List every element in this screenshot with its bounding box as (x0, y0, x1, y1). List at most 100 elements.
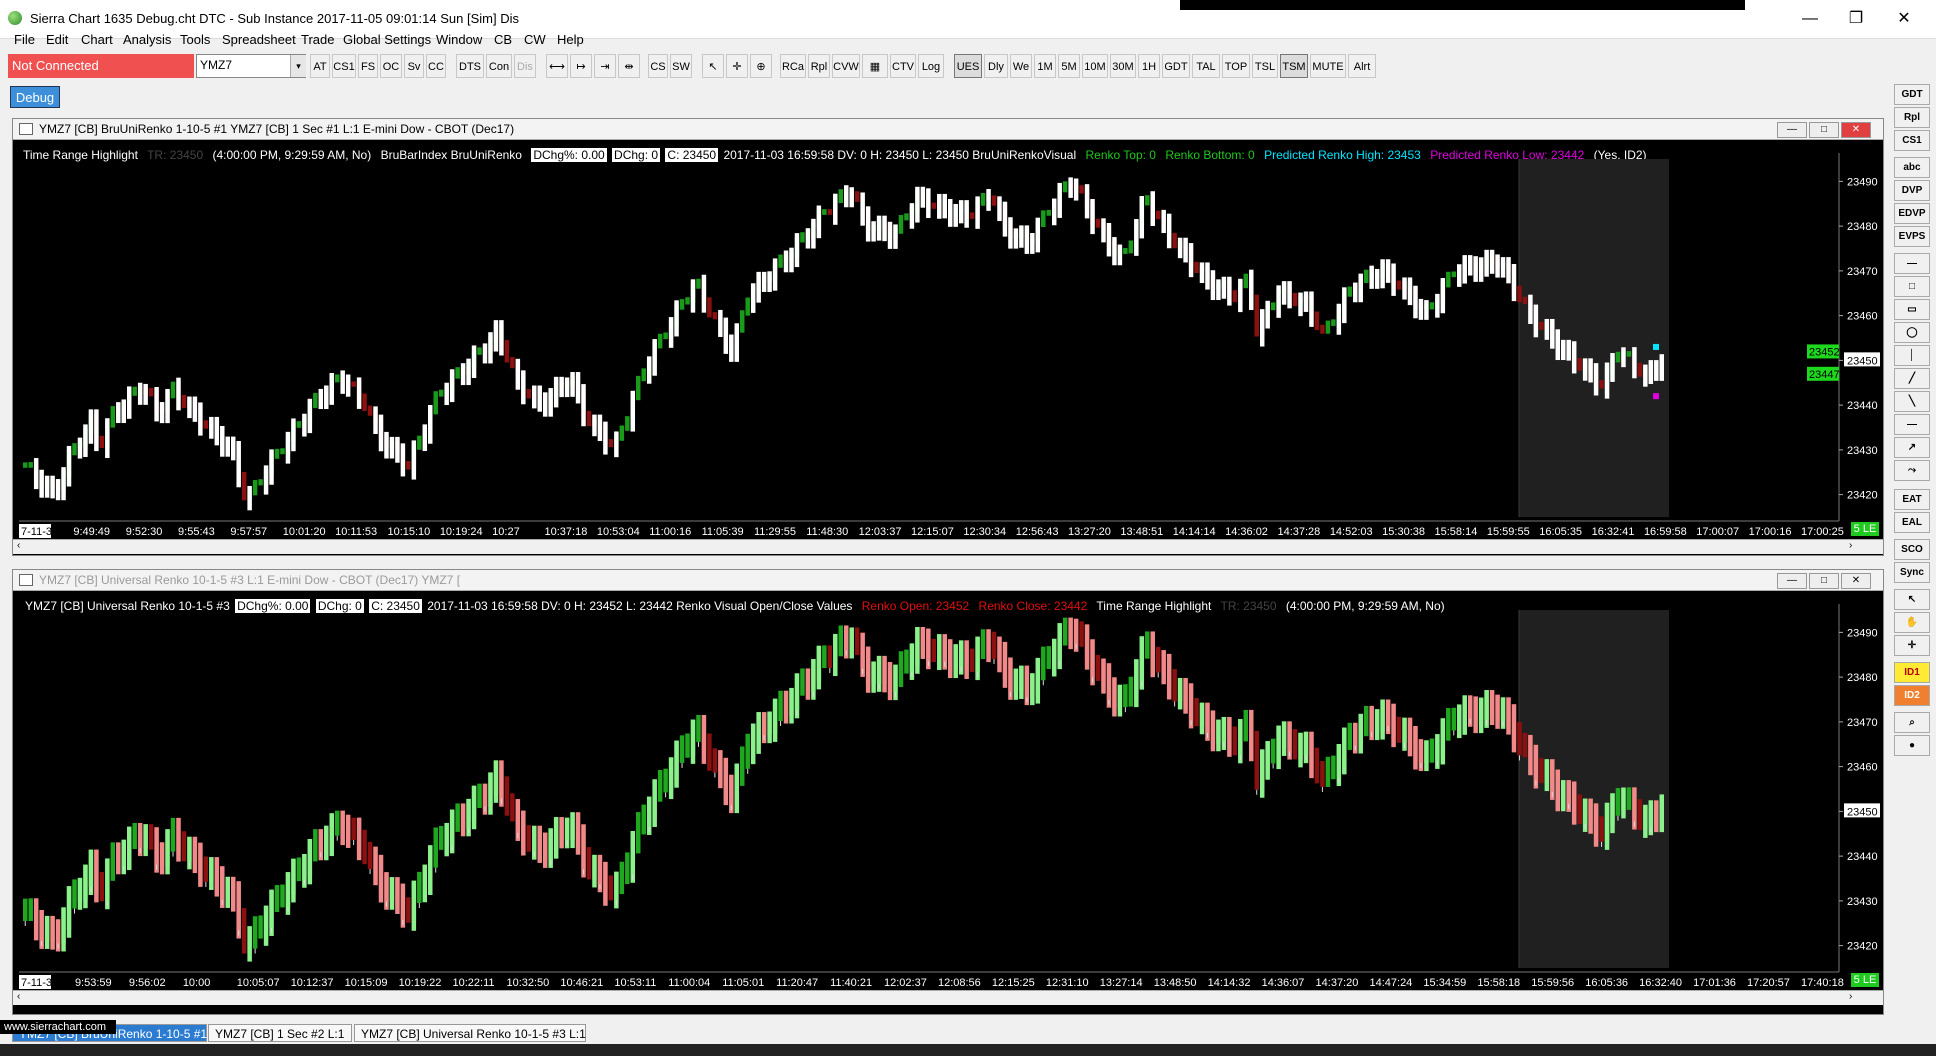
toolbar-button-6[interactable]: DTS (456, 54, 484, 78)
toolbar-button-35[interactable]: TSL (1252, 54, 1278, 78)
tool-button-10[interactable]: ◯ (1894, 322, 1930, 343)
menu-cw[interactable]: CW (524, 32, 546, 47)
tool-button-26[interactable]: ⌕ (1894, 712, 1930, 733)
horizontal-scrollbar[interactable]: ‹ › (13, 539, 1883, 554)
toolbar-button-25[interactable]: Dly (984, 54, 1008, 78)
toolbar-button-36[interactable]: TSM (1280, 54, 1308, 78)
tool-button-21[interactable]: ↖ (1894, 589, 1930, 610)
renko-reversal-bar (230, 876, 236, 912)
toolbar-button-9[interactable]: ⟷ (546, 54, 568, 78)
tool-button-24[interactable]: ID1 (1894, 662, 1930, 683)
tool-button-7[interactable]: — (1894, 253, 1930, 274)
tool-button-16[interactable]: ⤳ (1894, 460, 1930, 481)
renko-wick (652, 339, 657, 376)
tool-button-1[interactable]: Rpl (1894, 107, 1930, 128)
tool-button-5[interactable]: EDVP (1894, 203, 1930, 224)
horizontal-scrollbar[interactable]: ‹ › (13, 990, 1883, 1005)
toolbar-button-2[interactable]: FS (358, 54, 378, 78)
toolbar-button-13[interactable]: CS (648, 54, 668, 78)
scroll-right-icon[interactable]: › (1849, 540, 1852, 551)
toolbar-button-26[interactable]: We (1010, 54, 1032, 78)
toolbar-button-34[interactable]: TOP (1222, 54, 1250, 78)
toolbar-button-7[interactable]: Con (486, 54, 512, 78)
toolbar-button-33[interactable]: TAL (1192, 54, 1220, 78)
tool-button-4[interactable]: DVP (1894, 180, 1930, 201)
toolbar-button-5[interactable]: CC (426, 54, 446, 78)
tool-button-6[interactable]: EVPS (1894, 226, 1930, 247)
toolbar-button-0[interactable]: AT (310, 54, 330, 78)
toolbar-button-38[interactable]: Alrt (1348, 54, 1376, 78)
toolbar-button-31[interactable]: 1H (1138, 54, 1160, 78)
toolbar-button-30[interactable]: 30M (1110, 54, 1136, 78)
toolbar-button-27[interactable]: 1M (1034, 54, 1056, 78)
toolbar-button-29[interactable]: 10M (1082, 54, 1108, 78)
toolbar-button-14[interactable]: SW (670, 54, 692, 78)
menu-global-settings[interactable]: Global Settings (343, 32, 431, 47)
symbol-dropdown-icon[interactable]: ▾ (290, 55, 306, 77)
toolbar-button-3[interactable]: OC (380, 54, 402, 78)
renko-wick (1161, 209, 1166, 234)
chart-plot-area[interactable]: 23490 23480 23470 23460 23450 23440 23430 23420… (13, 570, 1883, 1014)
chart-window-universal-renko[interactable]: YMZ7 [CB] Universal Renko 10-1-5 #3 L:1 … (12, 569, 1884, 1015)
tool-button-25[interactable]: ID2 (1894, 685, 1930, 706)
tool-button-17[interactable]: EAT (1894, 489, 1930, 510)
toolbar-button-28[interactable]: 5M (1058, 54, 1080, 78)
toolbar-button-4[interactable]: Sv (404, 54, 424, 78)
tool-button-11[interactable]: │ (1894, 345, 1930, 366)
tool-button-14[interactable]: ― (1894, 414, 1930, 435)
chart-plot-area[interactable]: 23490 23480 23470 23460 23450 23440 23430 23420… (13, 119, 1883, 555)
menu-spreadsheet[interactable]: Spreadsheet (222, 32, 296, 47)
renko-wick (55, 479, 61, 501)
menu-edit[interactable]: Edit (46, 32, 68, 47)
menu-chart[interactable]: Chart (81, 32, 113, 47)
toolbar-button-19[interactable]: Rpl (808, 54, 830, 78)
menu-tools[interactable]: Tools (180, 32, 210, 47)
scroll-left-icon[interactable]: ‹ (17, 991, 20, 1002)
chart-window-bruunirenko[interactable]: YMZ7 [CB] BruUniRenko 1-10-5 #1 YMZ7 [CB… (12, 118, 1884, 556)
tool-button-2[interactable]: CS1 (1894, 130, 1930, 151)
menu-file[interactable]: File (14, 32, 35, 47)
tool-button-23[interactable]: ✛ (1894, 635, 1930, 656)
toolbar-button-24[interactable]: UES (954, 54, 982, 78)
toolbar-button-37[interactable]: MUTE (1310, 54, 1346, 78)
toolbar-button-22[interactable]: CTV (890, 54, 916, 78)
toolbar-button-21[interactable]: ▦ (862, 54, 888, 78)
tool-button-18[interactable]: EAL (1894, 512, 1930, 533)
menu-analysis[interactable]: Analysis (123, 32, 171, 47)
scroll-left-icon[interactable]: ‹ (17, 540, 20, 551)
toolbar-button-20[interactable]: CVW (832, 54, 860, 78)
tool-button-8[interactable]: □ (1894, 276, 1930, 297)
toolbar-button-11[interactable]: ⇥ (594, 54, 616, 78)
tool-button-15[interactable]: ↗ (1894, 437, 1930, 458)
toolbar-button-16[interactable]: ✛ (726, 54, 748, 78)
tool-button-22[interactable]: ✋ (1894, 612, 1930, 633)
tool-button-12[interactable]: ╱ (1894, 368, 1930, 389)
toolbar-button-18[interactable]: RCa (780, 54, 806, 78)
tool-button-19[interactable]: SCO (1894, 539, 1930, 560)
tool-button-9[interactable]: ▭ (1894, 299, 1930, 320)
debug-button[interactable]: Debug (10, 86, 60, 108)
toolbar-button-8[interactable]: Dis (514, 54, 536, 78)
toolbar-button-32[interactable]: GDT (1162, 54, 1190, 78)
close-button[interactable]: ✕ (1884, 6, 1924, 32)
toolbar-button-15[interactable]: ↖ (702, 54, 724, 78)
toolbar-button-10[interactable]: ↦ (570, 54, 592, 78)
tool-button-13[interactable]: ╲ (1894, 391, 1930, 412)
tab-chart-3[interactable]: YMZ7 [CB] Universal Renko 10-1-5 #3 L:1 (354, 1024, 586, 1042)
tool-button-3[interactable]: abc (1894, 157, 1930, 178)
toolbar-button-1[interactable]: CS1 (332, 54, 356, 78)
scroll-right-icon[interactable]: › (1849, 991, 1852, 1002)
toolbar-button-17[interactable]: ⊕ (750, 54, 772, 78)
menu-cb[interactable]: CB (494, 32, 512, 47)
menu-help[interactable]: Help (557, 32, 584, 47)
tab-chart-2[interactable]: YMZ7 [CB] 1 Sec #2 L:1 (208, 1024, 352, 1042)
menu-window[interactable]: Window (436, 32, 482, 47)
tool-button-20[interactable]: Sync (1894, 562, 1930, 583)
tool-button-27[interactable]: ● (1894, 735, 1930, 756)
tool-button-0[interactable]: GDT (1894, 84, 1930, 105)
toolbar-button-23[interactable]: Log (918, 54, 944, 78)
menu-trade[interactable]: Trade (301, 32, 334, 47)
restore-button[interactable]: ❐ (1836, 6, 1876, 32)
minimize-button[interactable]: — (1790, 6, 1830, 32)
toolbar-button-12[interactable]: ⇹ (618, 54, 640, 78)
